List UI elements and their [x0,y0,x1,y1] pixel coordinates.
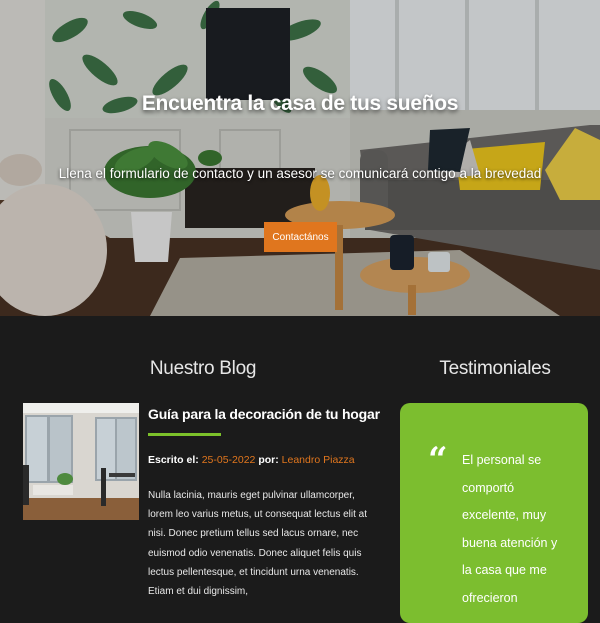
hero-subtitle: Llena el formulario de contacto y un ase… [58,166,542,181]
title-underline [148,433,221,436]
contact-button[interactable]: Contactános [264,222,337,252]
blog-post-meta: Escrito el: 25-05-2022 por: Leandro Piaz… [148,454,355,466]
post-date: 25-05-2022 [201,454,256,466]
meta-by-label: por: [255,454,282,466]
testimonial-text: El personal se comportó excelente, muy b… [462,453,558,605]
testimonial-card: “ El personal se comportó excelente, muy… [400,403,588,623]
blog-heading: Nuestro Blog [149,358,257,379]
meta-written-label: Escrito el: [148,454,202,466]
post-author: Leandro Piazza [281,454,355,466]
testimonials-heading: Testimoniales [439,358,551,379]
blog-post-thumbnail[interactable] [23,403,139,520]
hero-overlay [0,0,600,316]
content-section: Nuestro Blog Testimoniales Guía para la … [0,316,600,623]
blog-post-title[interactable]: Guía para la decoración de tu hogar [148,406,380,422]
hero-title: Encuentra la casa de tus sueños [141,92,459,115]
hero-section: Encuentra la casa de tus sueños Llena el… [0,0,600,316]
blog-post-image [23,403,139,520]
blog-post-excerpt: Nulla lacinia, mauris eget pulvinar ulla… [148,490,367,598]
quote-icon: “ [428,440,448,480]
